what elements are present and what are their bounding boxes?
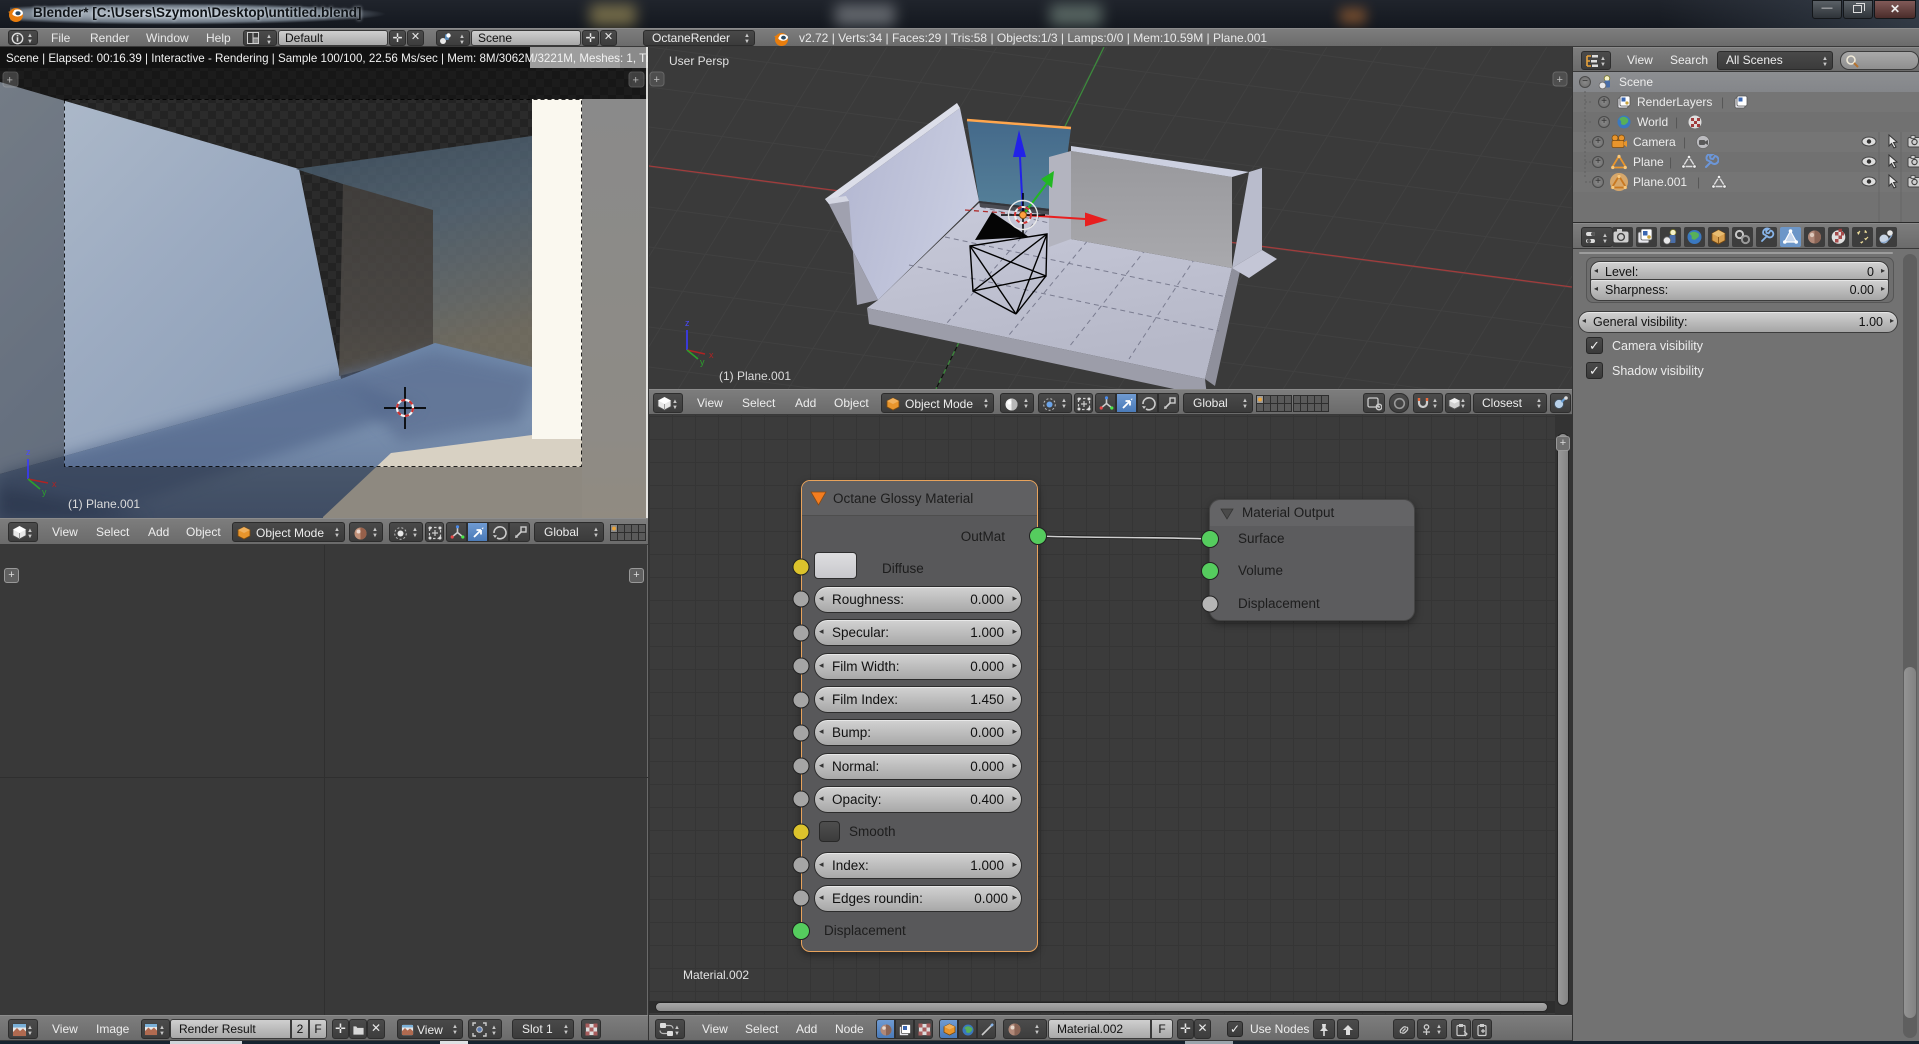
svg-text:+: + — [7, 75, 13, 87]
svg-text:+: + — [633, 75, 639, 87]
svg-text:x: x — [709, 350, 714, 360]
svg-text:y: y — [700, 357, 705, 367]
svg-text:Scene | Elapsed: 00:16.39 | In: Scene | Elapsed: 00:16.39 | Interactive … — [6, 52, 648, 65]
svg-text:(1) Plane.001: (1) Plane.001 — [719, 369, 791, 383]
svg-text:x: x — [52, 479, 57, 489]
svg-text:+: + — [1557, 74, 1563, 86]
svg-text:z: z — [26, 447, 31, 457]
svg-text:User Persp: User Persp — [669, 54, 729, 68]
svg-text:z: z — [685, 318, 690, 328]
svg-text:y: y — [42, 487, 47, 497]
svg-text:+: + — [654, 74, 660, 86]
svg-text:(1) Plane.001: (1) Plane.001 — [68, 497, 140, 511]
